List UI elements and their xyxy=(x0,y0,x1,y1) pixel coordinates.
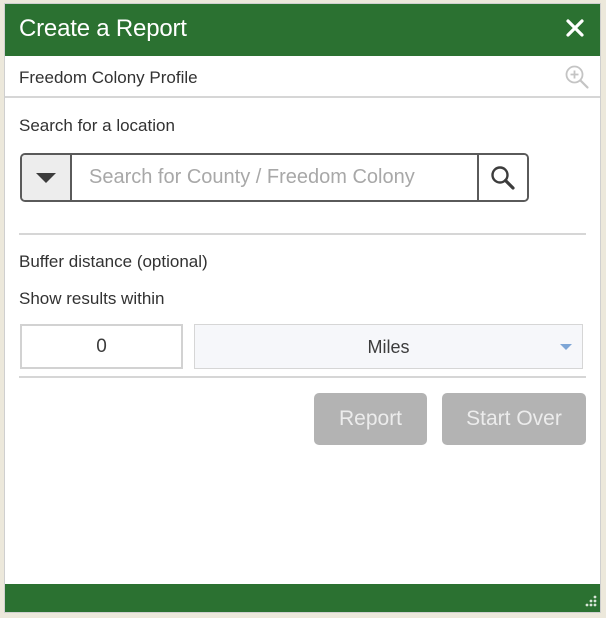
profile-row: Freedom Colony Profile xyxy=(5,56,600,98)
show-results-label: Show results within xyxy=(19,289,165,308)
buffer-distance-label: Buffer distance (optional) xyxy=(19,252,208,271)
panel-footer xyxy=(5,584,600,612)
resize-handle-icon[interactable] xyxy=(582,594,598,610)
start-over-button[interactable]: Start Over xyxy=(442,393,586,445)
section-divider xyxy=(19,376,586,378)
buffer-distance-input[interactable] xyxy=(20,324,183,369)
search-icon xyxy=(491,166,515,190)
chevron-down-icon xyxy=(560,344,572,350)
panel-title: Create a Report xyxy=(19,15,187,42)
search-source-dropdown[interactable] xyxy=(22,155,72,200)
create-report-panel: Create a Report Freedom Colony Profile S… xyxy=(4,3,601,613)
search-button[interactable] xyxy=(477,155,527,200)
location-search-box xyxy=(20,153,529,202)
panel-header: Create a Report xyxy=(5,4,600,56)
search-section-label: Search for a location xyxy=(19,116,175,135)
zoom-in-icon[interactable] xyxy=(564,64,590,90)
distance-unit-value: Miles xyxy=(367,337,410,357)
report-button[interactable]: Report xyxy=(314,393,427,445)
distance-unit-select[interactable]: Miles xyxy=(194,324,583,369)
profile-label: Freedom Colony Profile xyxy=(19,68,198,87)
search-input[interactable] xyxy=(72,155,479,200)
close-icon[interactable] xyxy=(564,17,586,39)
caret-down-icon xyxy=(36,173,56,183)
section-divider xyxy=(19,233,586,235)
